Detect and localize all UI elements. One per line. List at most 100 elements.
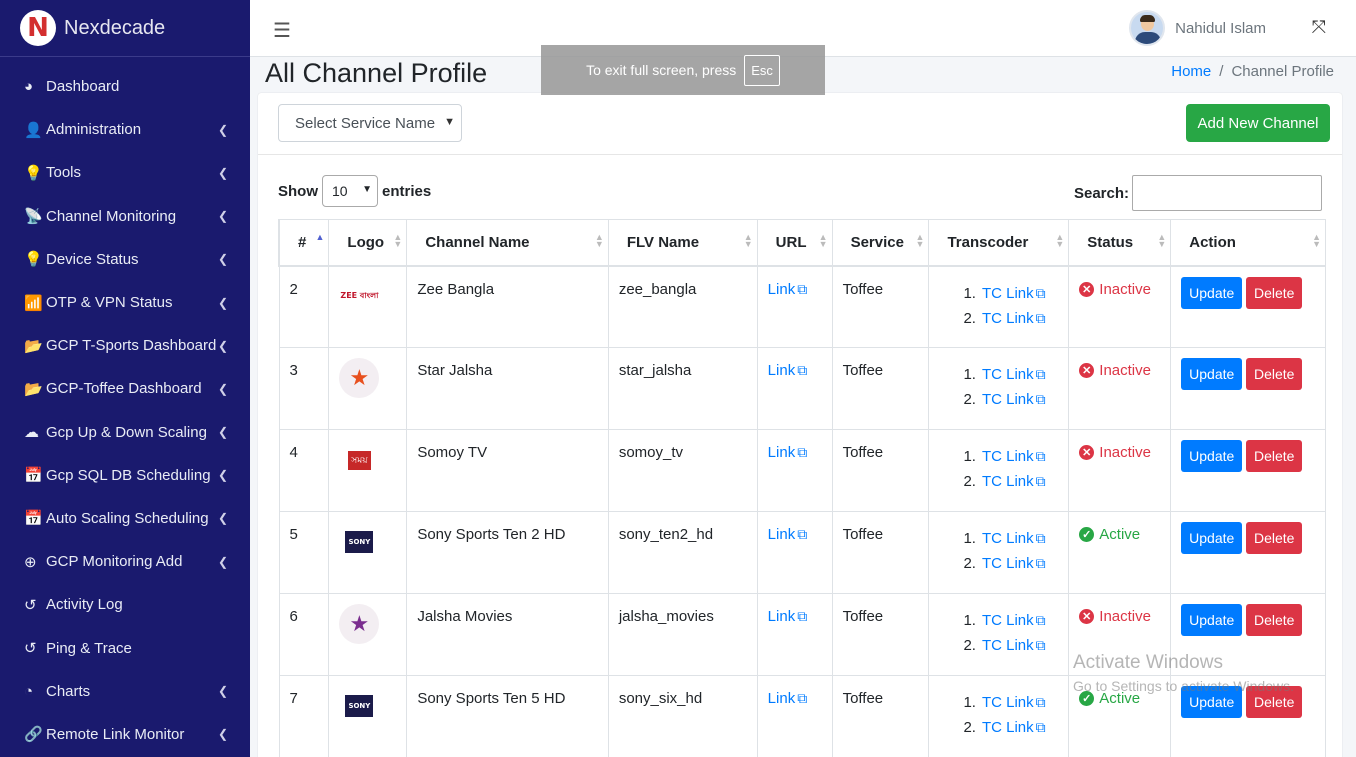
sidebar-item-channel-monitoring[interactable]: 📡 Channel Monitoring ❮ xyxy=(0,195,250,238)
sidebar-item-activity-log[interactable]: ↺ Activity Log xyxy=(0,583,250,626)
sidebar-item-dashboard[interactable]: ◕ Dashboard xyxy=(0,65,250,108)
sidebar-item-administration[interactable]: 👤 Administration ❮ xyxy=(0,108,250,151)
column-header[interactable]: Status ▲ ▼ xyxy=(1068,219,1172,267)
add-new-channel-button[interactable]: Add New Channel xyxy=(1186,104,1330,142)
sidebar-item-gcp-sql-db-scheduling[interactable]: 📅 Gcp SQL DB Scheduling ❮ xyxy=(0,454,250,497)
lightbulb-icon: 💡 xyxy=(24,164,43,182)
column-header[interactable]: FLV Name ▲ ▼ xyxy=(607,219,758,267)
sidebar-item-gcp-t-sports-dashboard[interactable]: 📂 GCP T-Sports Dashboard ❮ xyxy=(0,324,250,367)
flv-name: star_jalsha xyxy=(607,347,758,430)
url-link[interactable]: Link ⧉ xyxy=(768,281,808,298)
row-number: 7 xyxy=(278,675,330,757)
sidebar-item-charts[interactable]: ◔ Charts ❮ xyxy=(0,670,250,713)
sidebar-item-device-status[interactable]: 💡 Device Status ❮ xyxy=(0,238,250,281)
transcoder-list: 1. TC Link ⧉ 2. TC Link ⧉ xyxy=(963,526,1058,576)
sidebar-item-gcp-monitoring-add[interactable]: ⊕ GCP Monitoring Add ❮ xyxy=(0,540,250,583)
column-header[interactable]: URL ▲ ▼ xyxy=(756,219,833,267)
url-link[interactable]: Link ⧉ xyxy=(768,526,808,543)
logo-text: ★ xyxy=(349,611,370,637)
url-link[interactable]: Link ⧉ xyxy=(768,690,808,707)
update-button[interactable]: Update xyxy=(1181,276,1243,309)
status-badge: ✓ Active xyxy=(1079,526,1160,543)
url-cell: Link ⧉ xyxy=(756,265,833,348)
tc-link[interactable]: TC Link ⧉ xyxy=(982,473,1046,490)
external-link-icon: ⧉ xyxy=(1035,612,1046,628)
url-link-label: Link xyxy=(767,444,796,461)
status-badge: ✕ Inactive xyxy=(1079,362,1160,379)
exit-fullscreen-icon[interactable]: ⤧ xyxy=(1312,17,1326,38)
sidebar-item-ping-trace[interactable]: ↺ Ping & Trace xyxy=(0,626,250,669)
column-header-label: Action xyxy=(1189,233,1236,251)
watermark-title: Activate Windows xyxy=(1073,652,1223,673)
breadcrumb: Home / Channel Profile xyxy=(1171,63,1334,80)
breadcrumb-home[interactable]: Home xyxy=(1171,63,1211,80)
history-icon: ↺ xyxy=(24,640,37,658)
sidebar-item-auto-scaling-scheduling[interactable]: 📅 Auto Scaling Scheduling ❮ xyxy=(0,497,250,540)
row-number: 5 xyxy=(278,511,330,594)
tc-link[interactable]: TC Link ⧉ xyxy=(982,448,1046,465)
sidebar-item-remote-link-monitor[interactable]: 🔗 Remote Link Monitor ❮ xyxy=(0,713,250,756)
times-circle-icon: ✕ xyxy=(1079,363,1095,378)
channel-name: Sony Sports Ten 2 HD xyxy=(406,511,609,594)
sidebar-item-label: OTP & VPN Status xyxy=(46,294,173,312)
flv-name: sony_six_hd xyxy=(607,675,758,757)
transcoder-list: 1. TC Link ⧉ 2. TC Link ⧉ xyxy=(963,690,1058,740)
sidebar-item-gcp-toffee-dashboard[interactable]: 📂 GCP-Toffee Dashboard ❮ xyxy=(0,367,250,410)
chevron-left-icon: ❮ xyxy=(217,468,228,483)
tc-link[interactable]: TC Link ⧉ xyxy=(982,719,1046,736)
search-input[interactable] xyxy=(1132,175,1322,211)
tc-link[interactable]: TC Link ⧉ xyxy=(982,366,1046,383)
column-header[interactable]: Action ▲ ▼ xyxy=(1170,219,1326,267)
delete-button[interactable]: Delete xyxy=(1246,604,1303,636)
brand[interactable]: N Nexdecade xyxy=(0,0,250,57)
action-cell: Update Delete xyxy=(1170,265,1326,348)
service: Toffee xyxy=(831,347,930,430)
sidebar-item-otp-vpn-status[interactable]: 📶 OTP & VPN Status ❮ xyxy=(0,281,250,324)
service-select[interactable]: Select Service Name ▼ xyxy=(278,104,462,142)
external-link-icon: ⧉ xyxy=(1035,309,1046,326)
transcoder-item: 1. TC Link ⧉ xyxy=(963,690,1058,715)
tc-link-label: TC Link xyxy=(981,284,1034,302)
tc-link[interactable]: TC Link ⧉ xyxy=(982,694,1046,711)
column-header[interactable]: Channel Name ▲ ▼ xyxy=(406,219,609,267)
hamburger-menu-icon[interactable]: ☰ xyxy=(273,18,291,43)
url-link[interactable]: Link ⧉ xyxy=(768,444,808,461)
transcoder-item: 2. TC Link ⧉ xyxy=(963,715,1058,740)
delete-button[interactable]: Delete xyxy=(1246,358,1303,390)
url-cell: Link ⧉ xyxy=(756,593,833,676)
tc-link[interactable]: TC Link ⧉ xyxy=(982,391,1046,408)
external-link-icon: ⧉ xyxy=(1035,284,1046,301)
url-link[interactable]: Link ⧉ xyxy=(768,608,808,625)
update-button[interactable]: Update xyxy=(1181,440,1243,472)
delete-button[interactable]: Delete xyxy=(1246,440,1303,472)
tc-link[interactable]: TC Link ⧉ xyxy=(982,637,1046,654)
times-circle-icon: ✕ xyxy=(1079,445,1095,460)
sidebar-item-tools[interactable]: 💡 Tools ❮ xyxy=(0,151,250,194)
update-button[interactable]: Update xyxy=(1181,522,1243,554)
tc-link[interactable]: TC Link ⧉ xyxy=(982,555,1046,572)
tc-link[interactable]: TC Link ⧉ xyxy=(982,530,1046,547)
url-cell: Link ⧉ xyxy=(756,511,833,594)
sort-icon: ▲ ▼ xyxy=(393,232,403,249)
delete-button[interactable]: Delete xyxy=(1246,276,1303,309)
update-button[interactable]: Update xyxy=(1181,358,1243,390)
sidebar-item-gcp-up-down-scaling[interactable]: ☁ Gcp Up & Down Scaling ❮ xyxy=(0,411,250,454)
column-header[interactable]: # ▲ xyxy=(278,219,330,267)
list-number: 2. xyxy=(963,719,976,736)
url-link[interactable]: Link ⧉ xyxy=(768,362,808,379)
transcoder-list: 1. TC Link ⧉ 2. TC Link ⧉ xyxy=(963,362,1058,412)
sidebar-item-label: Device Status xyxy=(46,250,139,268)
tc-link-label: TC Link xyxy=(981,473,1034,490)
column-header[interactable]: Transcoder ▲ ▼ xyxy=(928,219,1070,267)
user-menu[interactable]: Nahidul Islam xyxy=(1129,10,1266,46)
column-header[interactable]: Service ▲ ▼ xyxy=(831,219,930,267)
entries-select[interactable]: 10 ▼ xyxy=(322,175,378,207)
breadcrumb-separator: / xyxy=(1219,63,1224,80)
tc-link[interactable]: TC Link ⧉ xyxy=(982,612,1046,629)
tc-link[interactable]: TC Link ⧉ xyxy=(982,310,1046,327)
tc-link[interactable]: TC Link ⧉ xyxy=(982,285,1046,302)
transcoder-item: 1. TC Link ⧉ xyxy=(963,281,1058,306)
delete-button[interactable]: Delete xyxy=(1246,522,1303,554)
column-header[interactable]: Logo ▲ ▼ xyxy=(328,219,408,267)
update-button[interactable]: Update xyxy=(1181,604,1243,636)
